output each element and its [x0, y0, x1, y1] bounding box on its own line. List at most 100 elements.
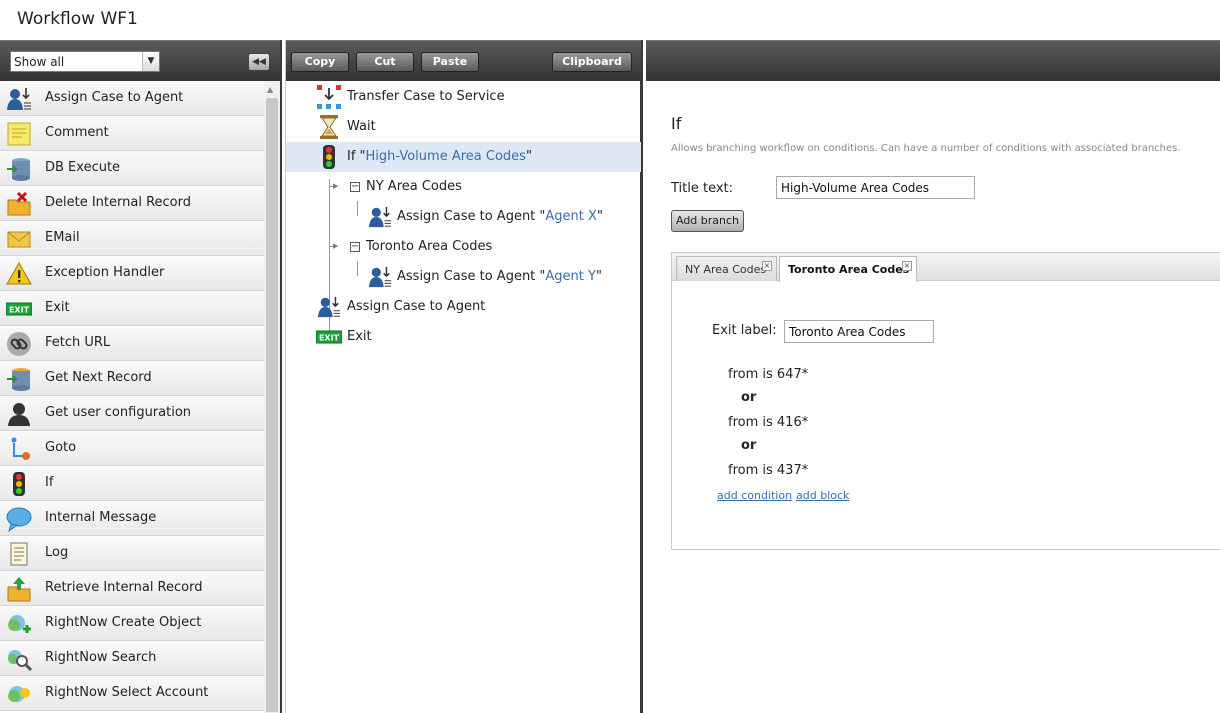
palette-item-label: Exit [45, 300, 70, 315]
workflow-tree: ▶ ▶ Transfer Case to Service Wait If "Hi… [286, 81, 641, 713]
agent-name: Agent Y [545, 269, 596, 284]
close-icon[interactable]: × [902, 261, 912, 271]
palette-item-label: Internal Message [45, 510, 157, 525]
properties-toolbar [646, 40, 1220, 81]
tree-node-wait[interactable]: Wait [286, 112, 641, 142]
palette-item-fetch-url[interactable]: Fetch URL [0, 326, 264, 361]
assign-agent-icon [317, 296, 341, 318]
db-next-icon [7, 368, 30, 391]
condition-row[interactable]: from is 647* [728, 367, 808, 382]
tree-node-exit[interactable]: EXIT Exit [286, 322, 641, 352]
or-separator: or [741, 438, 757, 453]
palette-item-label: RightNow Create Object [45, 615, 202, 630]
palette-item-internal-message[interactable]: Internal Message [0, 501, 264, 536]
log-icon [10, 542, 28, 566]
tab-ny-area-codes[interactable]: NY Area Codes × [676, 256, 777, 281]
paste-button[interactable]: Paste [421, 52, 479, 72]
scroll-up-icon[interactable]: ▲ [267, 85, 273, 94]
tab-toronto-area-codes[interactable]: Toronto Area Codes × [779, 256, 917, 282]
palette-item-label: If [45, 475, 54, 490]
comment-icon [7, 122, 31, 146]
chevron-down-icon[interactable]: ▼ [142, 52, 159, 71]
retrieve-record-icon [7, 577, 31, 602]
tree-node-label: Assign Case to Agent "Agent Y" [397, 269, 602, 284]
condition-row[interactable]: from is 437* [728, 463, 808, 478]
palette-item-log[interactable]: Log [0, 536, 264, 571]
palette-item-label: Comment [45, 125, 109, 140]
palette-item-label: Assign Case to Agent [45, 90, 184, 105]
tree-node-transfer[interactable]: Transfer Case to Service [286, 82, 641, 112]
palette-item-comment[interactable]: Comment [0, 116, 264, 151]
user-icon [8, 403, 30, 426]
palette-item-assign-case-to-agent[interactable]: Assign Case to Agent [0, 81, 264, 116]
assign-prefix: Assign Case to Agent " [397, 269, 546, 284]
palette-item-label: EMail [45, 230, 80, 245]
copy-button[interactable]: Copy [291, 52, 349, 72]
add-block-link[interactable]: add block [796, 489, 849, 502]
tree-branch-toronto[interactable]: − Toronto Area Codes [286, 232, 641, 262]
traffic-light-icon [13, 472, 25, 496]
palette-scrollbar[interactable]: ▲ [264, 81, 280, 713]
tree-node-assign-agent[interactable]: Assign Case to Agent [286, 292, 641, 322]
palette-item-email[interactable]: EMail [0, 221, 264, 256]
properties-heading: If [671, 114, 682, 133]
condition-row[interactable]: from is 416* [728, 415, 808, 430]
palette-item-delete-internal-record[interactable]: Delete Internal Record [0, 186, 264, 221]
exit-badge-text: EXIT [319, 334, 340, 343]
close-icon[interactable]: × [762, 261, 772, 271]
palette-item-exception-handler[interactable]: Exception Handler [0, 256, 264, 291]
palette-item-label: Get user configuration [45, 405, 192, 420]
tree-node-label: Assign Case to Agent [347, 299, 486, 314]
collapse-toggle-icon[interactable]: − [350, 242, 360, 252]
tree-node-assign-agent-y[interactable]: Assign Case to Agent "Agent Y" [286, 262, 641, 292]
hourglass-icon [320, 115, 338, 139]
rightnow-select-icon [8, 686, 30, 702]
tab-label: Toronto Area Codes [788, 263, 910, 276]
title-text-input[interactable]: High-Volume Area Codes [776, 176, 975, 199]
palette-item-label: Fetch URL [45, 335, 111, 350]
assign-agent-icon [368, 206, 392, 228]
collapse-panel-button[interactable]: ◀◀ [248, 53, 270, 71]
palette-item-retrieve-internal-record[interactable]: Retrieve Internal Record [0, 571, 264, 606]
scrollbar-thumb[interactable] [266, 98, 278, 712]
add-branch-button[interactable]: Add branch [671, 210, 744, 232]
palette-item-get-next-record[interactable]: Get Next Record [0, 361, 264, 396]
palette-item-get-user-configuration[interactable]: Get user configuration [0, 396, 264, 431]
traffic-light-icon [323, 145, 335, 169]
palette-item-db-execute[interactable]: DB Execute [0, 151, 264, 186]
if-prefix: If " [347, 149, 366, 164]
warning-icon [6, 261, 32, 285]
filter-value: Show all [14, 55, 65, 69]
quote-mark: " [596, 209, 603, 224]
tree-node-label: If "High-Volume Area Codes" [347, 149, 532, 164]
properties-panel: If Allows branching workflow on conditio… [646, 40, 1220, 713]
palette-item-if[interactable]: If [0, 466, 264, 501]
tree-node-if[interactable]: If "High-Volume Area Codes" [286, 142, 641, 172]
tree-node-label: Wait [347, 119, 376, 134]
palette-item-rightnow-search[interactable]: RightNow Search [0, 641, 264, 676]
palette-item-goto[interactable]: Goto [0, 431, 264, 466]
palette-item-exit[interactable]: EXIT Exit [0, 291, 264, 326]
palette-toolbar: Show all ▼ ◀◀ [0, 40, 280, 81]
collapse-toggle-icon[interactable]: − [350, 182, 360, 192]
palette-item-label: Delete Internal Record [45, 195, 191, 210]
quote-mark: " [525, 149, 532, 164]
tree-branch-ny[interactable]: − NY Area Codes [286, 172, 641, 202]
link-icon [7, 332, 31, 356]
add-condition-link[interactable]: add condition [717, 489, 792, 502]
tree-node-assign-agent-x[interactable]: Assign Case to Agent "Agent X" [286, 202, 641, 232]
palette-item-rightnow-create-object[interactable]: RightNow Create Object [0, 606, 264, 641]
cut-button[interactable]: Cut [356, 52, 414, 72]
transfer-icon [317, 85, 341, 109]
rightnow-create-icon [8, 615, 31, 633]
palette-filter-select[interactable]: Show all ▼ [10, 51, 160, 72]
palette-item-label: Log [45, 545, 69, 560]
palette-item-label: RightNow Select Account [45, 685, 209, 700]
exit-label-input[interactable]: Toronto Area Codes [784, 320, 934, 343]
branch-label: Toronto Area Codes [366, 239, 493, 254]
properties-description: Allows branching workflow on conditions.… [671, 143, 1181, 154]
tree-node-label: Exit [347, 329, 372, 344]
window-title: Workflow WF1 [17, 9, 138, 29]
clipboard-button[interactable]: Clipboard [552, 52, 632, 72]
palette-item-rightnow-select-account[interactable]: RightNow Select Account [0, 676, 264, 711]
